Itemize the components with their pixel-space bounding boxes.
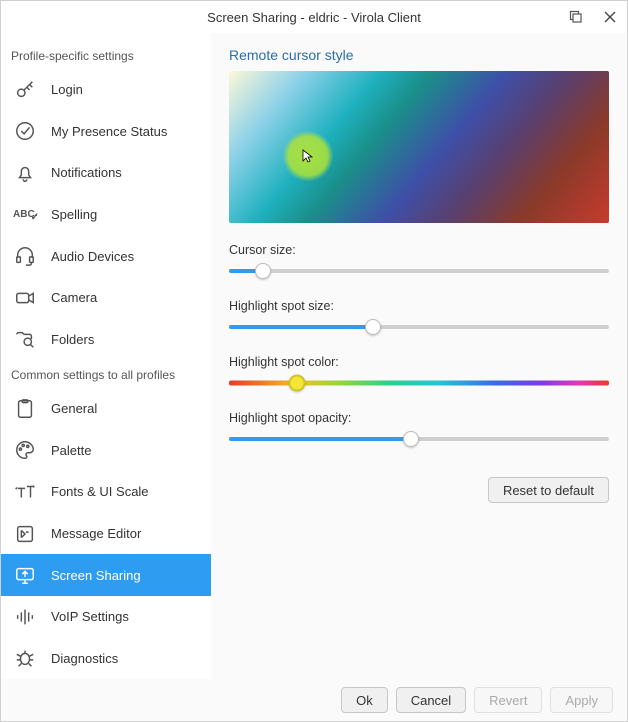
sidebar-item-label: VoIP Settings [51, 609, 129, 624]
cursor-style-preview [229, 71, 609, 223]
sidebar-item-label: Audio Devices [51, 249, 134, 264]
sidebar-item-notifications[interactable]: Notifications [1, 152, 211, 194]
section-title: Remote cursor style [229, 47, 609, 63]
fonts-icon [13, 480, 37, 504]
slider-thumb[interactable] [255, 263, 271, 279]
cancel-button[interactable]: Cancel [396, 687, 466, 713]
close-button[interactable] [593, 1, 627, 33]
highlight-color-field: Highlight spot color: [229, 355, 609, 391]
window-title: Screen Sharing - eldric - Virola Client [207, 10, 421, 25]
sidebar-item-label: General [51, 401, 97, 416]
spelling-icon: ABC✓ [13, 203, 37, 227]
headset-icon [13, 244, 37, 268]
sidebar-item-label: Spelling [51, 207, 97, 222]
maximize-icon [569, 10, 583, 24]
cursor-size-slider[interactable] [229, 263, 609, 279]
sidebar-heading-profile: Profile-specific settings [1, 41, 211, 69]
slider-thumb[interactable] [289, 375, 306, 392]
sidebar-item-screen-sharing[interactable]: Screen Sharing [1, 554, 211, 596]
window-buttons [559, 1, 627, 33]
ok-button[interactable]: Ok [341, 687, 388, 713]
sidebar: Profile-specific settings Login My Prese… [1, 33, 211, 679]
highlight-opacity-slider[interactable] [229, 431, 609, 447]
highlight-color-slider[interactable] [229, 375, 609, 391]
highlight-opacity-field: Highlight spot opacity: [229, 411, 609, 447]
voip-icon [13, 605, 37, 629]
sidebar-item-folders[interactable]: Folders [1, 318, 211, 360]
highlight-color-label: Highlight spot color: [229, 355, 609, 369]
sidebar-item-label: Palette [51, 443, 91, 458]
sidebar-item-label: Message Editor [51, 526, 141, 541]
highlight-opacity-label: Highlight spot opacity: [229, 411, 609, 425]
highlight-spot-preview [283, 131, 333, 181]
check-circle-icon [13, 119, 37, 143]
palette-icon [13, 438, 37, 462]
highlight-size-slider[interactable] [229, 319, 609, 335]
general-icon [13, 397, 37, 421]
reset-to-default-button[interactable]: Reset to default [488, 477, 609, 503]
sidebar-item-label: Camera [51, 290, 97, 305]
settings-window: Screen Sharing - eldric - Virola Client … [0, 0, 628, 722]
apply-button[interactable]: Apply [550, 687, 613, 713]
sidebar-item-fonts[interactable]: Fonts & UI Scale [1, 471, 211, 513]
sidebar-item-camera[interactable]: Camera [1, 277, 211, 319]
sidebar-item-voip[interactable]: VoIP Settings [1, 596, 211, 638]
sidebar-item-label: Login [51, 82, 83, 97]
sidebar-item-message-editor[interactable]: Message Editor [1, 513, 211, 555]
sidebar-item-label: Diagnostics [51, 651, 118, 666]
key-icon [13, 78, 37, 102]
highlight-size-field: Highlight spot size: [229, 299, 609, 335]
cursor-arrow-icon [300, 148, 316, 164]
sidebar-item-audio[interactable]: Audio Devices [1, 235, 211, 277]
reset-row: Reset to default [229, 477, 609, 503]
close-icon [603, 10, 617, 24]
camera-icon [13, 286, 37, 310]
message-editor-icon [13, 522, 37, 546]
sidebar-item-diagnostics[interactable]: Diagnostics [1, 638, 211, 679]
highlight-size-label: Highlight spot size: [229, 299, 609, 313]
screen-sharing-icon [13, 563, 37, 587]
bug-icon [13, 646, 37, 670]
sidebar-item-presence[interactable]: My Presence Status [1, 111, 211, 153]
slider-thumb[interactable] [403, 431, 419, 447]
sidebar-item-label: My Presence Status [51, 124, 167, 139]
cursor-size-label: Cursor size: [229, 243, 609, 257]
sidebar-item-general[interactable]: General [1, 388, 211, 430]
body: Profile-specific settings Login My Prese… [1, 33, 627, 679]
maximize-button[interactable] [559, 1, 593, 33]
sidebar-item-label: Fonts & UI Scale [51, 484, 149, 499]
content-pane: Remote cursor style Cursor size: Highlig… [211, 33, 627, 679]
sidebar-item-palette[interactable]: Palette [1, 430, 211, 472]
sidebar-item-login[interactable]: Login [1, 69, 211, 111]
cursor-size-field: Cursor size: [229, 243, 609, 279]
sidebar-item-label: Folders [51, 332, 94, 347]
sidebar-item-label: Screen Sharing [51, 568, 141, 583]
sidebar-item-label: Notifications [51, 165, 122, 180]
dialog-footer: Ok Cancel Revert Apply [1, 679, 627, 721]
titlebar: Screen Sharing - eldric - Virola Client [1, 1, 627, 33]
sidebar-heading-common: Common settings to all profiles [1, 360, 211, 388]
sidebar-item-spelling[interactable]: ABC✓ Spelling [1, 194, 211, 236]
slider-thumb[interactable] [365, 319, 381, 335]
folder-search-icon [13, 327, 37, 351]
bell-icon [13, 161, 37, 185]
revert-button[interactable]: Revert [474, 687, 542, 713]
